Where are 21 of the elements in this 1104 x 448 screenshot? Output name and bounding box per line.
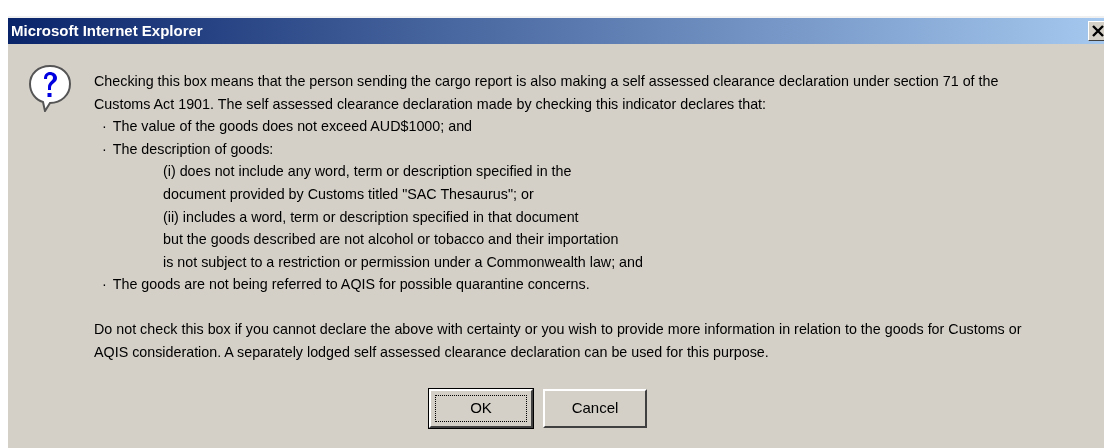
message-line: Checking this box means that the person sending the cargo report is also making a self assessed clearance declaration under section 71 of the xyxy=(94,72,999,91)
close-icon xyxy=(1092,25,1104,37)
bullet-text: The value of the goods does not exceed AUD$1000; and xyxy=(112,117,473,137)
message-line: Do not check this box if you cannot declare the above with certainty or you wish to provide more information in relation to the goods for Customs or xyxy=(94,319,1022,339)
dialog-button[interactable]: OK xyxy=(429,389,533,429)
message-line: AQIS consideration. A separately lodged self assessed clearance declaration can be used for this purpose. xyxy=(94,342,769,362)
bullet-text: The goods are not being referred to AQIS for possible quarantine concerns. xyxy=(112,275,590,295)
bullet: · xyxy=(102,139,107,159)
window-title: Microsoft Internet Explorer xyxy=(11,20,203,41)
question-icon xyxy=(28,64,72,112)
bullet: · xyxy=(102,275,107,295)
message-line: (ii) includes a word, term or description specified in that document xyxy=(162,207,579,227)
close-button[interactable] xyxy=(1088,21,1104,41)
message-line: Customs Act 1901. The self assessed clearance declaration made by checking this indicator declares that: xyxy=(94,94,767,114)
dialog-button[interactable]: Cancel xyxy=(543,389,647,429)
message-line: document provided by Customs titled "SAC Thesaurus"; or xyxy=(162,184,534,204)
message-line: is not subject to a restriction or permission under a Commonwealth law; and xyxy=(162,252,643,272)
bullet: · xyxy=(102,117,107,137)
message-line: (i) does not include any word, term or description specified in the xyxy=(162,162,572,182)
bullet-text: The description of goods: xyxy=(112,139,274,159)
message-line: but the goods described are not alcohol or tobacco and their importation xyxy=(162,230,619,250)
